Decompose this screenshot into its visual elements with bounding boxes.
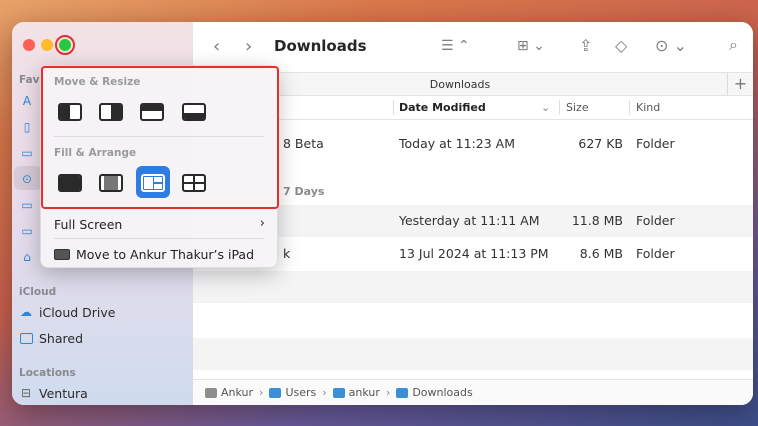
list-view-icon[interactable]: ☰ ⌃	[441, 38, 470, 54]
zoom-button-highlight	[55, 35, 75, 55]
column-divider	[629, 100, 630, 115]
sort-chevron-icon: ⌄	[541, 101, 551, 114]
path-item[interactable]: Downloads	[412, 386, 472, 399]
move-resize-label: Move & Resize	[54, 76, 141, 88]
arrange-quarters-button[interactable]	[182, 174, 206, 192]
path-separator: ›	[385, 386, 391, 399]
row-name: k	[283, 246, 291, 261]
locations-section-label: Locations	[19, 367, 76, 379]
desktop-icon[interactable]: ▭	[20, 146, 34, 160]
folder-icon[interactable]: ▭	[20, 224, 34, 238]
empty-row	[193, 338, 753, 370]
row-kind: Folder	[636, 136, 675, 151]
sidebar-item-label: Shared	[39, 330, 84, 346]
downloads-folder-icon	[396, 387, 409, 398]
path-item[interactable]: Ankur	[221, 386, 253, 399]
empty-row	[193, 271, 753, 303]
icloud-section-label: iCloud	[19, 286, 57, 298]
more-actions-icon[interactable]: ⊙ ⌄	[655, 36, 687, 55]
ipad-icon	[54, 248, 70, 260]
folder-icon[interactable]: ▭	[20, 198, 34, 212]
sidebar-item-icloud-drive[interactable]: ☁ iCloud Drive	[19, 301, 115, 323]
cloud-icon: ☁	[20, 305, 32, 319]
center-window-button[interactable]	[99, 174, 123, 192]
menu-divider	[54, 238, 264, 239]
document-icon[interactable]: ▯	[20, 120, 34, 134]
tile-left-half-button[interactable]	[58, 103, 82, 121]
column-size[interactable]: Size	[566, 101, 589, 114]
applications-icon[interactable]: A	[20, 94, 34, 108]
window-tiling-menu: Move & Resize Fill & Arrange Full Screen…	[40, 65, 279, 268]
row-name: 8 Beta	[283, 136, 324, 151]
window-title: Downloads	[274, 37, 367, 55]
search-icon[interactable]: ⌕	[729, 35, 738, 55]
path-bar: Ankur › Users › ankur › Downloads	[193, 379, 753, 405]
full-screen-menu-item[interactable]: Full Screen ›	[54, 213, 267, 235]
sidebar-item-label: Ventura	[39, 385, 88, 401]
sidebar-item-label: iCloud Drive	[39, 304, 116, 320]
column-divider	[393, 100, 394, 115]
toolbar: ‹ › Downloads ☰ ⌃ ⊞ ⌄ ⇪ ◇ ⊙ ⌄ ⌕	[193, 22, 753, 72]
path-separator: ›	[259, 386, 264, 399]
close-window-button[interactable]	[23, 39, 35, 51]
column-divider	[559, 100, 560, 115]
menu-divider	[54, 136, 264, 137]
path-item[interactable]: Users	[285, 386, 316, 399]
row-kind: Folder	[636, 213, 675, 228]
row-date: Today at 11:23 AM	[399, 136, 515, 151]
section-previous-7-days: 7 Days	[283, 185, 325, 198]
sidebar-item-ventura[interactable]: ⊟ Ventura	[19, 382, 88, 404]
back-button[interactable]: ‹	[213, 36, 220, 57]
chevron-right-icon: ›	[259, 216, 265, 231]
share-icon[interactable]: ⇪	[579, 36, 592, 55]
full-screen-label: Full Screen	[54, 216, 123, 232]
fill-arrange-label: Fill & Arrange	[54, 147, 137, 159]
row-size: 627 KB	[578, 136, 623, 151]
minimize-window-button[interactable]	[41, 39, 53, 51]
shared-folder-icon	[19, 332, 33, 344]
tile-bottom-half-button[interactable]	[182, 103, 206, 121]
row-date: Yesterday at 11:11 AM	[399, 213, 540, 228]
row-size: 8.6 MB	[579, 246, 623, 261]
fill-screen-button[interactable]	[58, 174, 82, 192]
forward-button[interactable]: ›	[245, 36, 252, 57]
row-date: 13 Jul 2024 at 11:13 PM	[399, 246, 549, 261]
arrange-left-right-icon	[141, 174, 165, 192]
tile-right-half-button[interactable]	[99, 103, 123, 121]
disk-icon	[205, 387, 217, 398]
column-date-modified[interactable]: Date Modified	[399, 101, 486, 114]
new-tab-button[interactable]: +	[727, 73, 753, 95]
row-size: 11.8 MB	[571, 213, 623, 228]
move-to-ipad-label: Move to Ankur Thakur’s iPad	[76, 246, 255, 262]
row-kind: Folder	[636, 246, 675, 261]
disk-icon: ⊟	[20, 386, 32, 400]
path-item[interactable]: ankur	[349, 386, 380, 399]
downloads-icon[interactable]: ⊙	[20, 172, 34, 186]
path-separator: ›	[322, 386, 327, 399]
column-kind[interactable]: Kind	[636, 101, 660, 114]
group-view-icon[interactable]: ⊞ ⌄	[517, 38, 545, 54]
folder-icon	[269, 387, 282, 398]
tile-top-half-button[interactable]	[140, 103, 164, 121]
move-to-ipad-menu-item[interactable]: Move to Ankur Thakur’s iPad	[54, 243, 267, 265]
folder-icon	[332, 387, 345, 398]
sidebar-item-shared[interactable]: Shared	[19, 327, 83, 349]
home-icon[interactable]: ⌂	[20, 250, 34, 264]
tag-icon[interactable]: ◇	[615, 36, 627, 55]
